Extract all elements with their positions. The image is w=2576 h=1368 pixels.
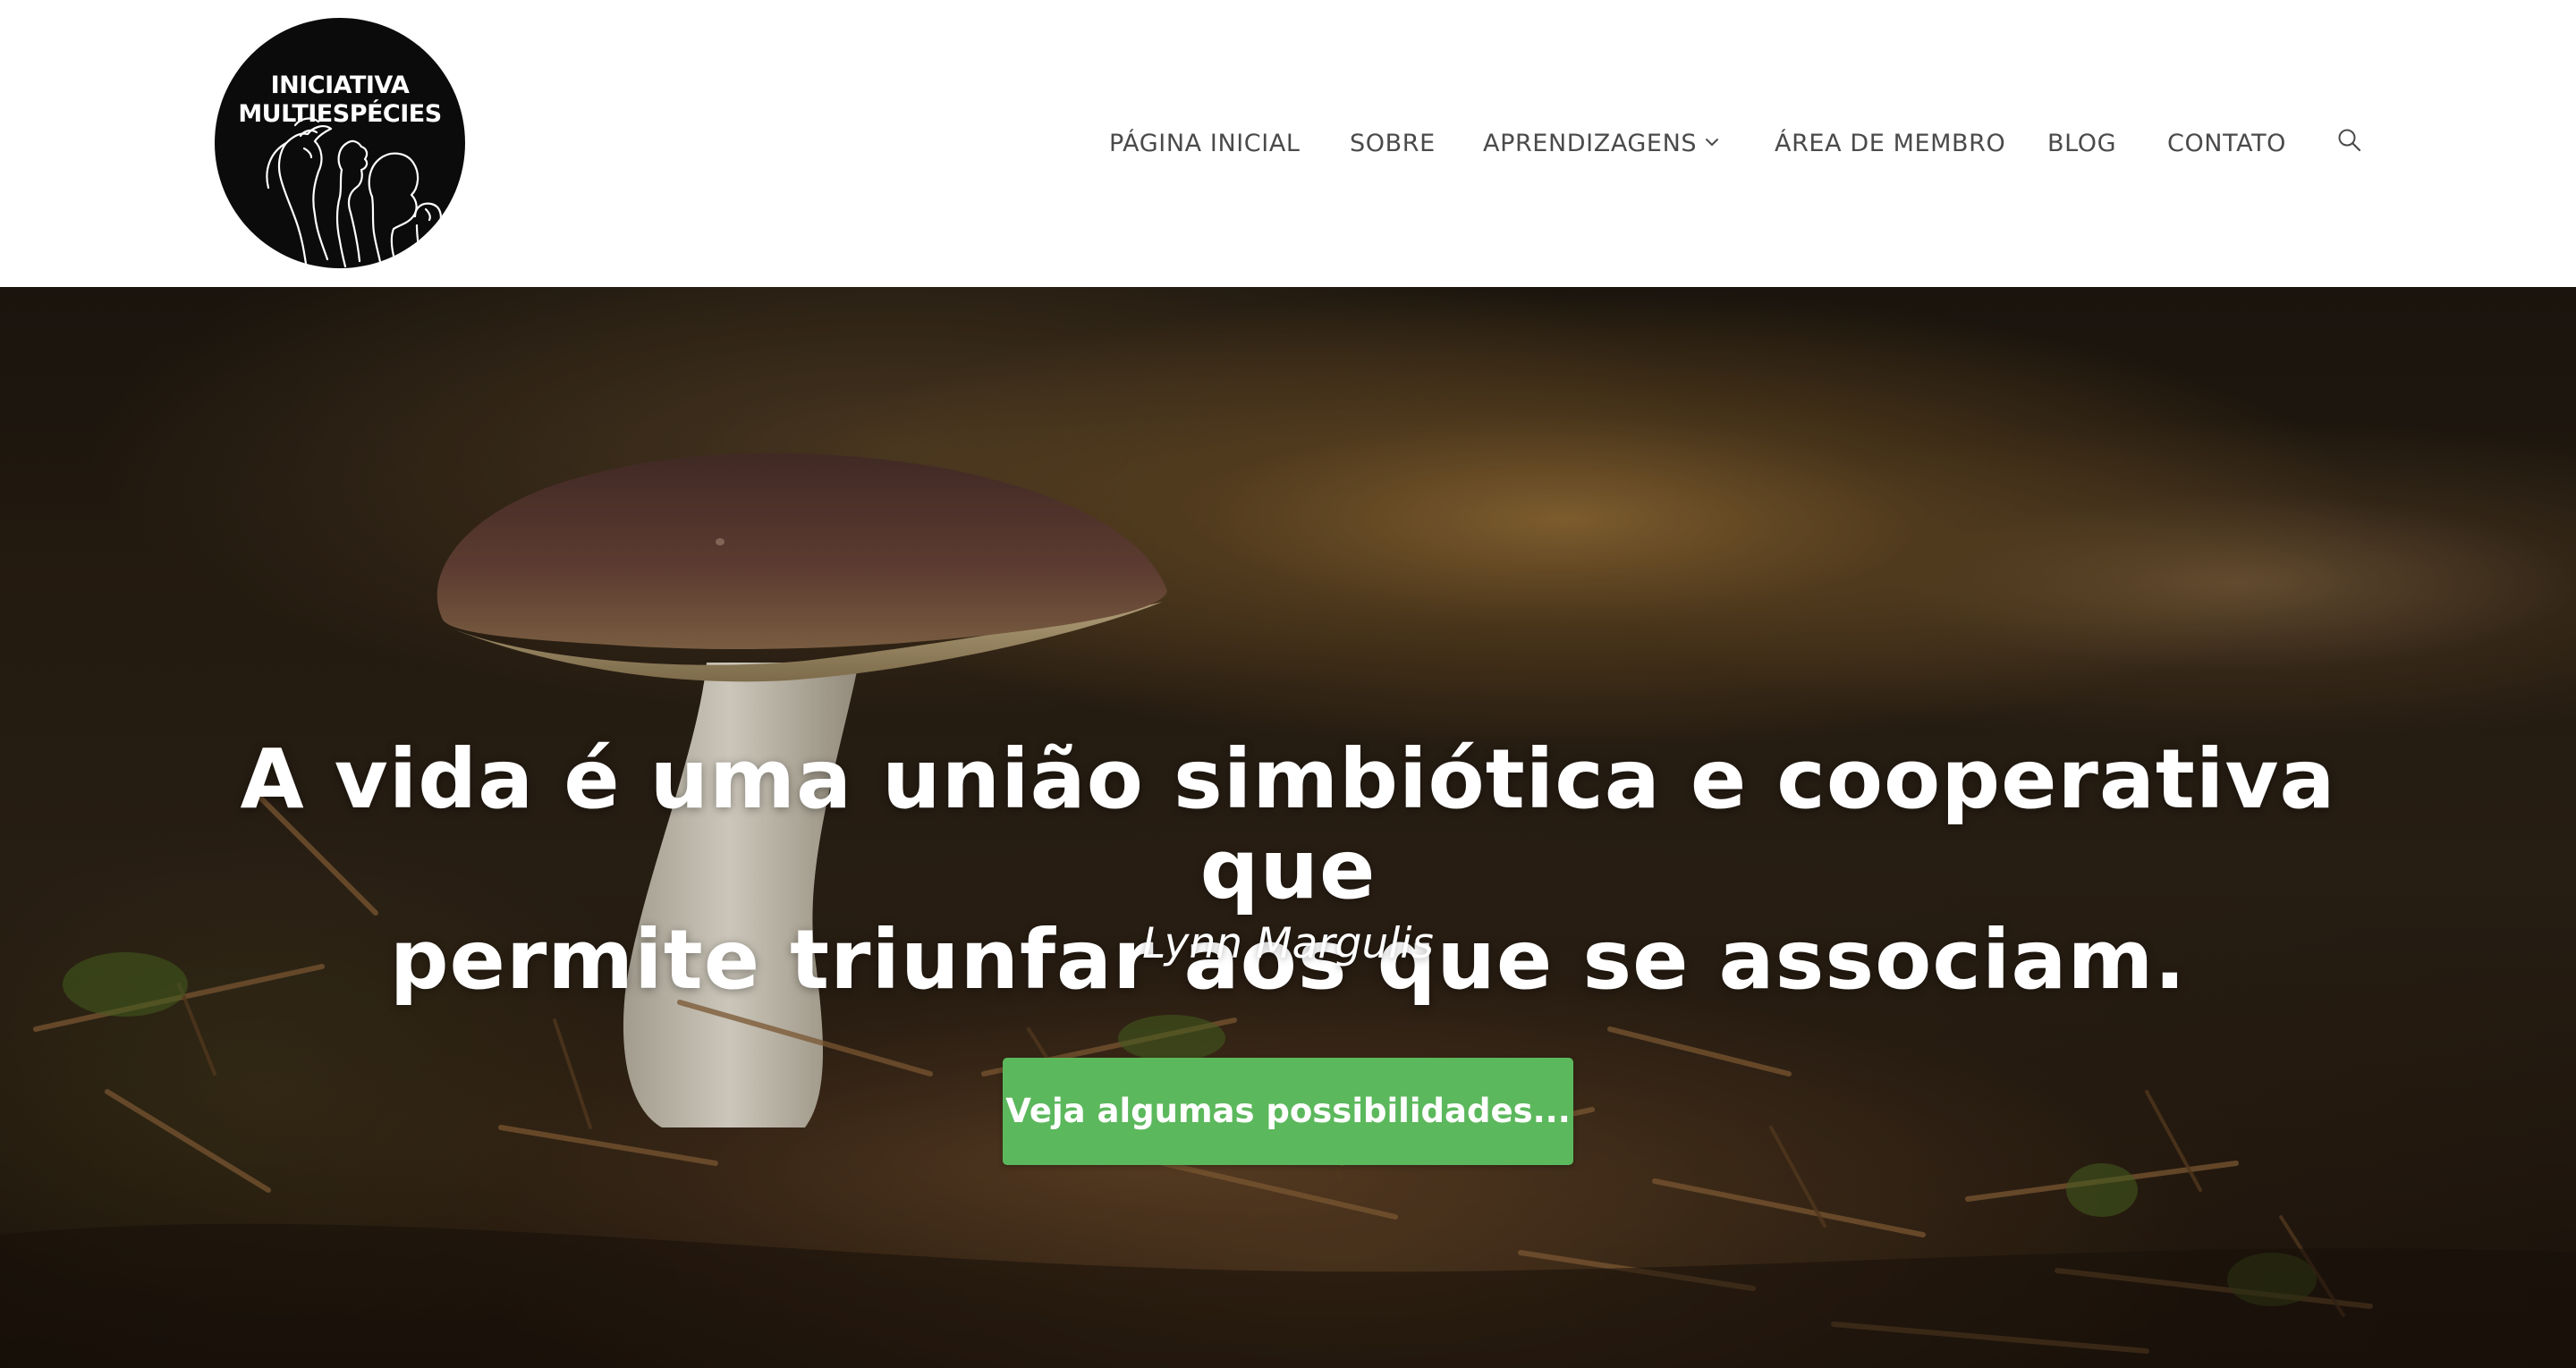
site-header: INICIATIVA MULTIESPÉCIES PÁGINA INICIAL … bbox=[0, 0, 2576, 287]
hero-quote-author: Lynn Margulis bbox=[1142, 919, 1434, 968]
hero-quote-line-1: A vida é uma união simbiótica e cooperat… bbox=[240, 731, 2336, 917]
nav-item-aprendizagens[interactable]: APRENDIZAGENS bbox=[1483, 126, 1697, 162]
hero-banner: A vida é uma união simbiótica e cooperat… bbox=[0, 287, 2576, 1368]
main-navigation: PÁGINA INICIAL SOBRE APRENDIZAGENS ÁREA … bbox=[0, 126, 2576, 162]
see-possibilities-button[interactable]: Veja algumas possibilidades... bbox=[1003, 1058, 1573, 1165]
search-icon[interactable] bbox=[2336, 127, 2363, 154]
chevron-down-icon[interactable] bbox=[1703, 133, 1721, 151]
nav-item-sobre[interactable]: SOBRE bbox=[1350, 126, 1436, 162]
nav-item-blog[interactable]: BLOG bbox=[2047, 126, 2116, 162]
nav-item-contato[interactable]: CONTATO bbox=[2167, 126, 2286, 162]
nav-item-area-de-membro[interactable]: ÁREA DE MEMBRO bbox=[1775, 126, 2005, 162]
nav-item-pagina-inicial[interactable]: PÁGINA INICIAL bbox=[1109, 126, 1301, 162]
